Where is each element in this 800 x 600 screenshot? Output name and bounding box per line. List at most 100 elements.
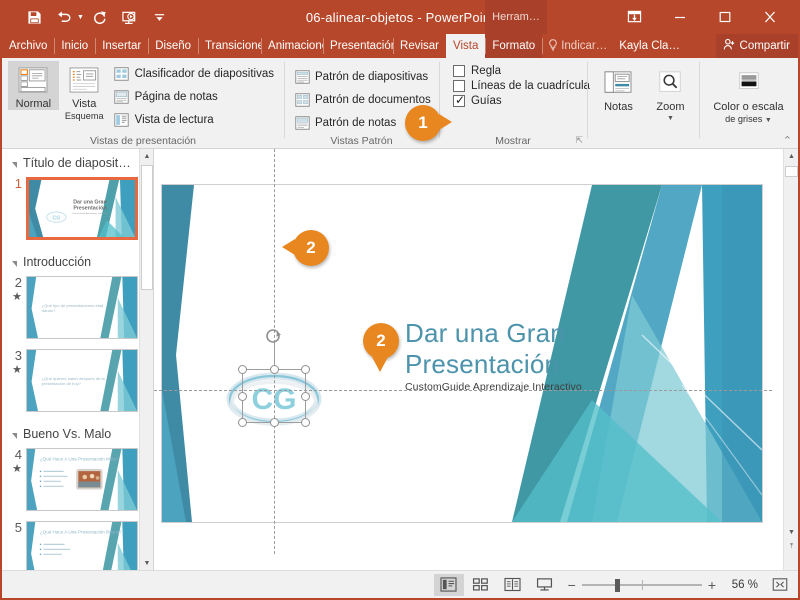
section-header-1[interactable]: Título de diaposit…: [2, 149, 153, 175]
slide-title[interactable]: Dar una Gran Presentación: [405, 318, 755, 380]
minimize-icon[interactable]: [657, 0, 702, 34]
handle-n[interactable]: [269, 365, 279, 374]
tab-diseno[interactable]: Diseño: [148, 34, 198, 58]
svg-text:Dar una Gran: Dar una Gran: [73, 200, 106, 206]
fit-slide-to-window-icon[interactable]: [766, 574, 794, 596]
ribbon-tabs: Archivo Inicio Insertar Diseño Transicio…: [2, 34, 798, 58]
scrollbar-thumb[interactable]: [785, 166, 798, 177]
tab-animaciones[interactable]: Animaciones: [261, 34, 323, 58]
slide-thumbnail-3[interactable]: ¿Qué quieres saber después de la present…: [26, 349, 138, 412]
next-slide-icon[interactable]: ⤒: [784, 540, 799, 554]
scroll-down-icon[interactable]: ▼: [784, 525, 799, 540]
slide-panel-scrollbar[interactable]: ▲ ▼: [139, 149, 153, 570]
tab-archivo[interactable]: Archivo: [2, 34, 54, 58]
scroll-up-icon[interactable]: ▲: [784, 149, 799, 164]
list-item[interactable]: 5 ¿Qué Hace A Una Presentación Buena?: [2, 519, 153, 570]
handle-nw[interactable]: [238, 365, 247, 374]
maximize-icon[interactable]: [702, 0, 747, 34]
collapse-triangle-icon[interactable]: [12, 161, 17, 168]
zoom-out-button[interactable]: −: [568, 578, 576, 592]
handle-s[interactable]: [269, 418, 279, 427]
slide-thumbnail-4[interactable]: ¿Qué Hace A Una Presentación Mala?: [26, 448, 138, 511]
slide-editing-area[interactable]: CG Dar una Gran Presentación CustomGuide…: [154, 149, 798, 570]
list-item[interactable]: 2 ★ ¿Qué tipo de presentaciones está dan…: [2, 274, 153, 347]
gridlines-checkbox[interactable]: Líneas de la cuadrícula: [453, 80, 590, 92]
slide-area-scrollbar[interactable]: ▲ ▼ ⤒: [783, 149, 798, 570]
notes-page-button[interactable]: Página de notas: [110, 86, 278, 107]
guias-checkbox[interactable]: Guías: [453, 93, 590, 107]
list-item[interactable]: 4 ★ ¿Qué Hace A Una Presentación Mala?: [2, 446, 153, 519]
handle-w[interactable]: [238, 391, 247, 401]
svg-text:¿Qué quieres saber después de: ¿Qué quieres saber después de la: [42, 376, 106, 381]
scroll-down-icon[interactable]: ▼: [140, 556, 153, 570]
zoom-in-button[interactable]: +: [708, 578, 716, 592]
ribbon-group-vistas-presentacion: Normal Vista Esquema Clasificador de dia…: [2, 58, 284, 149]
handle-sw[interactable]: [238, 418, 247, 427]
slideshow-button[interactable]: [530, 574, 560, 596]
start-slideshow-icon[interactable]: [116, 4, 144, 30]
slide-master-button[interactable]: Patrón de diapositivas: [290, 66, 435, 87]
handle-ne[interactable]: [301, 365, 310, 374]
list-item[interactable]: 3 ★ ¿Qué quieres saber después de la pre…: [2, 347, 153, 420]
slide-subtitle[interactable]: CustomGuide Aprendizaje Interactivo: [405, 381, 755, 393]
normal-view-button[interactable]: [433, 573, 464, 596]
collapse-triangle-icon[interactable]: [12, 432, 17, 439]
scrollbar-thumb[interactable]: [141, 165, 153, 290]
close-icon[interactable]: [747, 0, 792, 34]
redo-icon[interactable]: [86, 4, 114, 30]
zoom-percentage[interactable]: 56 %: [722, 579, 758, 591]
notes-button[interactable]: Notas: [593, 64, 644, 113]
reading-view-button[interactable]: [498, 574, 528, 596]
tab-presentacion[interactable]: Presentación: [323, 34, 393, 58]
group-label-zoom: [587, 134, 699, 149]
collapse-triangle-icon[interactable]: [12, 260, 17, 267]
show-dialog-launcher[interactable]: ⇱: [575, 133, 583, 148]
section-header-3[interactable]: Bueno Vs. Malo: [2, 420, 153, 446]
gridlines-label: Líneas de la cuadrícula: [471, 80, 590, 92]
notes-label: Notas: [604, 101, 633, 113]
tab-formato[interactable]: Formato: [485, 34, 543, 58]
zoom-control[interactable]: − + 56 %: [560, 578, 766, 592]
user-account[interactable]: Kayla Cla…: [613, 34, 686, 58]
scroll-up-icon[interactable]: ▲: [140, 149, 153, 163]
section-header-2[interactable]: Introducción: [2, 248, 153, 274]
slide-thumbnail-2[interactable]: ¿Qué tipo de presentaciones está dando?: [26, 276, 138, 339]
regla-checkbox[interactable]: Regla: [453, 65, 590, 77]
selection-box[interactable]: [238, 329, 310, 427]
chevron-down-icon[interactable]: ▼: [765, 117, 772, 124]
slide-sorter-button[interactable]: Clasificador de diapositivas: [110, 63, 278, 84]
animation-star-icon: ★: [12, 364, 22, 376]
undo-dropdown-icon[interactable]: ▼: [77, 14, 84, 21]
ribbon-display-options-icon[interactable]: [612, 0, 657, 34]
tell-me-box[interactable]: Indicar…: [542, 34, 613, 58]
collapse-ribbon-icon[interactable]: ⌃: [783, 134, 792, 149]
handle-se[interactable]: [301, 418, 310, 427]
tab-vista[interactable]: Vista: [446, 34, 486, 58]
reading-view-button[interactable]: Vista de lectura: [110, 109, 278, 130]
chevron-down-icon[interactable]: ▼: [656, 113, 684, 125]
normal-view-button[interactable]: Normal: [8, 61, 59, 110]
slide-thumbnail-panel[interactable]: Título de diaposit… 1 Dar una Gran Prese…: [2, 149, 154, 570]
zoom-slider-handle[interactable]: [614, 578, 620, 592]
tab-transiciones[interactable]: Transiciones: [198, 34, 261, 58]
outline-view-button[interactable]: Vista Esquema: [59, 61, 110, 122]
customize-qat-icon[interactable]: [146, 4, 174, 30]
slide-thumbnail-1[interactable]: Dar una Gran Presentación CustomGuide Ap…: [26, 177, 138, 240]
undo-icon[interactable]: [50, 4, 78, 30]
save-icon[interactable]: [20, 4, 48, 30]
share-button[interactable]: Compartir: [715, 34, 798, 58]
svg-text:dando?: dando?: [42, 308, 56, 313]
handle-e[interactable]: [301, 391, 310, 401]
tab-inicio[interactable]: Inicio: [54, 34, 95, 58]
slide-canvas[interactable]: CG Dar una Gran Presentación CustomGuide…: [162, 185, 762, 522]
color-grayscale-button[interactable]: Color o escala de grises ▼: [706, 64, 792, 127]
slide-sorter-button[interactable]: [466, 574, 496, 596]
zoom-slider[interactable]: [581, 578, 702, 592]
tab-revisar[interactable]: Revisar: [393, 34, 446, 58]
slide-number: 4 ★: [6, 448, 26, 476]
rotation-handle-icon[interactable]: [264, 327, 284, 348]
list-item[interactable]: 1 Dar una Gran Presentación CustomGuide …: [2, 175, 153, 248]
tab-insertar[interactable]: Insertar: [95, 34, 148, 58]
zoom-button[interactable]: Zoom ▼: [648, 64, 693, 125]
slide-thumbnail-5[interactable]: ¿Qué Hace A Una Presentación Buena?: [26, 521, 138, 570]
